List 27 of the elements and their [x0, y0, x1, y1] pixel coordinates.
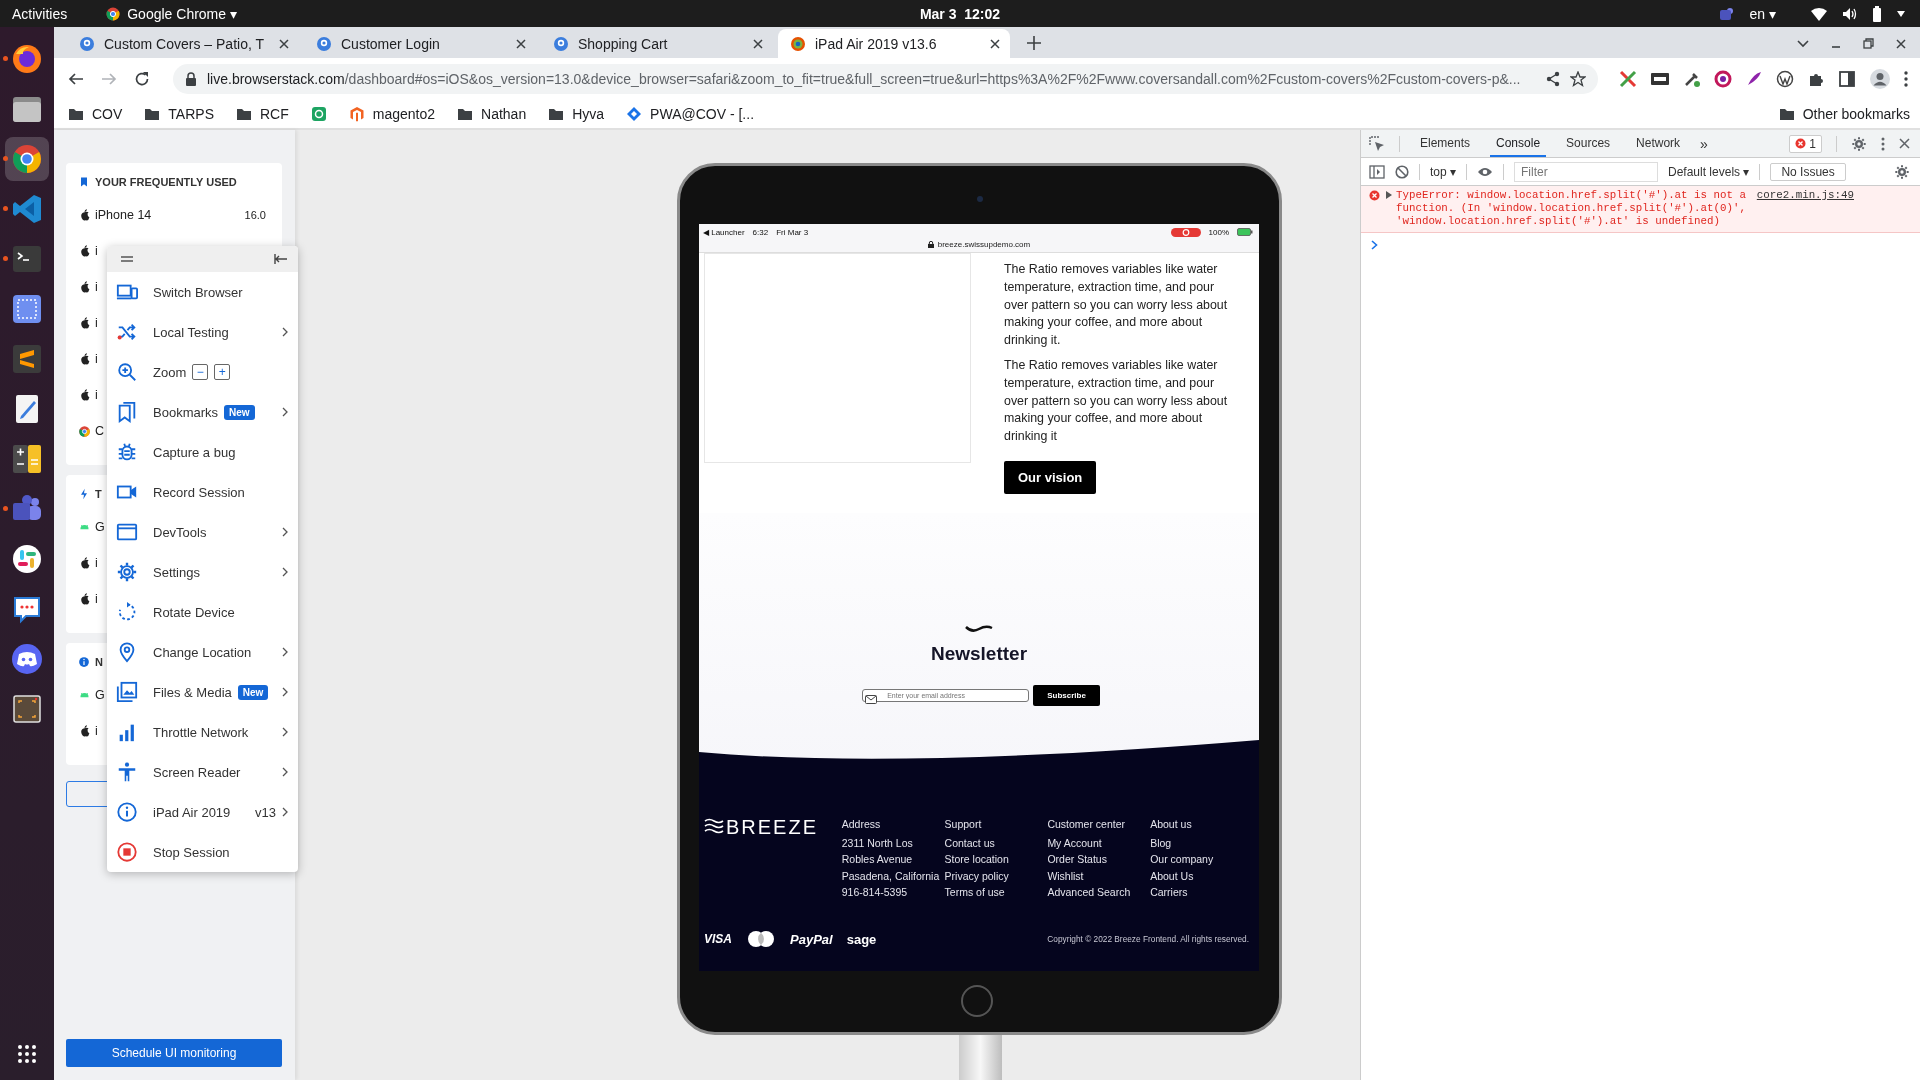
footer-heading: Customer center — [1047, 818, 1126, 830]
os-version: 16.0 — [244, 209, 266, 221]
payment-logo: PayPal — [790, 931, 833, 947]
new-badge: New — [224, 404, 255, 420]
url-text: live.browserstack.com/dashboard#os=iOS&os_version=13.0&device_browser=safari&zoom_to_fit=true&full_screen=true&url=https%3A%2F%2Fwww.coversandall.com%2Fcustom-covers%2Fcustom-covers-p&... — [207, 71, 1522, 87]
os-version: v13 — [255, 804, 276, 820]
card-heading: T — [95, 488, 102, 500]
footer-heading: Address — [841, 818, 882, 830]
footer-heading: Support — [944, 818, 983, 830]
card-heading: N — [95, 656, 103, 668]
payment-logo: VISA — [704, 932, 732, 947]
card-heading: YOUR FREQUENTLY USED — [95, 176, 237, 188]
paragraph: The Ratio removes variables like water temperature, extraction time, and pour over pattern so you can worry less about making your coffee, and more about drinking it. — [1004, 261, 1229, 350]
paragraph: The Ratio removes variables like water temperature, extraction time, and pour over pattern so you can worry less about making your coffee, and more about drinking it — [1004, 357, 1229, 446]
tab-title: iPad Air 2019 v13.6 — [815, 35, 938, 52]
newsletter-heading: Newsletter — [930, 643, 1028, 665]
tab-title: Customer Login — [341, 35, 441, 52]
battery-level: 100% — [1208, 227, 1229, 237]
payment-logo: sage — [846, 931, 877, 947]
footer-heading: About us — [1150, 818, 1193, 830]
tab-title: Shopping Cart — [578, 35, 669, 52]
status-date: Fri Mar 3 — [776, 227, 809, 237]
tab-title: Custom Covers – Patio, T — [104, 35, 266, 52]
copyright: Copyright © 2022 Breeze Frontend. All rights reserved. — [1047, 934, 1249, 945]
new-badge: New — [237, 684, 269, 700]
status-time: 6:32 — [752, 227, 769, 237]
error-message: TypeError: window.location.href.split('#').at is not a function. (In 'window.location.href.split('#').at(0)', 'window.location.href.split('#').at' is undefined) — [1396, 189, 1747, 228]
